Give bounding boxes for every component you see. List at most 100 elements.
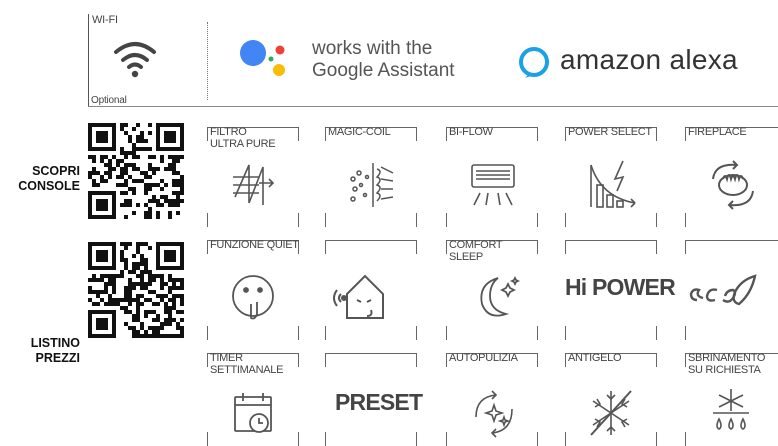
feature-tile: FUNZIONE QUIET <box>207 239 319 340</box>
feature-tile: ANTIGELO <box>565 352 677 446</box>
autoclean-icon <box>475 390 513 438</box>
tile-corner <box>656 353 657 367</box>
feature-label: FIREPLACE <box>688 126 747 139</box>
tile-corner <box>298 127 299 141</box>
tile-corner <box>446 432 447 446</box>
tile-corner <box>416 213 417 227</box>
wifi-title: WI-FI <box>92 14 118 26</box>
tile-corner <box>207 127 208 141</box>
google-assistant-logo <box>240 40 285 76</box>
feature-label-line1: AUTOPULIZIA <box>449 352 518 364</box>
antifreeze-icon <box>590 390 632 436</box>
tile-corner <box>446 213 447 227</box>
feature-tile <box>685 240 778 340</box>
feature-tile: SBRINAMENTO SU RICHIESTA <box>685 352 778 446</box>
tile-corner <box>565 213 566 227</box>
feature-label: FUNZIONE QUIET <box>210 239 299 252</box>
tile-corner <box>565 353 566 367</box>
feature-label: BI-FLOW <box>449 126 493 139</box>
tile-corner <box>565 127 566 141</box>
tile-corner <box>685 240 686 254</box>
wifi-icon <box>114 42 156 78</box>
feature-tile: COMFORT SLEEP <box>446 239 558 340</box>
feature-label-line1: TIMER <box>210 352 243 364</box>
tile-top-line <box>565 240 657 241</box>
feature-tile: BI-FLOW <box>446 126 558 227</box>
feature-label-line1: MAGIC-COIL <box>328 126 391 138</box>
tile-corner <box>656 213 657 227</box>
tile-corner <box>446 326 447 340</box>
tile-top-line <box>325 353 417 354</box>
tile-corner <box>446 240 447 254</box>
listino-text: LISTINO <box>30 336 80 350</box>
wifi-bracket <box>88 14 89 106</box>
feature-label-line2: SETTIMANALE <box>210 363 284 376</box>
tile-corner <box>685 127 686 141</box>
tile-corner <box>537 326 538 340</box>
tile-corner <box>685 213 686 227</box>
calendar-timer-icon <box>234 393 272 433</box>
wifi-bottom-line <box>88 106 778 107</box>
eco-icon <box>689 274 757 306</box>
tile-corner <box>416 240 417 254</box>
feature-tile: FIREPLACE <box>685 126 778 227</box>
feature-tile: PRESET <box>325 353 437 446</box>
tile-corner <box>537 432 538 446</box>
feature-tile: POWER SELECT <box>565 126 677 227</box>
defrost-icon <box>713 389 749 430</box>
feature-label: ANTIGELO <box>568 352 622 365</box>
feature-label-line1: FIREPLACE <box>688 126 747 138</box>
tile-corner <box>656 240 657 254</box>
tile-corner <box>207 353 208 367</box>
tile-corner <box>685 326 686 340</box>
feature-label-line2: SU RICHIESTA <box>688 363 761 376</box>
house-sound-icon <box>333 274 384 319</box>
alexa-logo <box>519 47 549 78</box>
feature-label: SBRINAMENTO SU RICHIESTA <box>688 352 766 376</box>
tile-corner <box>325 127 326 141</box>
tile-corner <box>656 326 657 340</box>
tile-corner <box>298 326 299 340</box>
tile-corner <box>416 432 417 446</box>
filter-icon <box>233 164 275 205</box>
quiet-icon <box>232 275 274 320</box>
feature-label: TIMER SETTIMANALE <box>210 352 284 376</box>
tile-corner <box>325 432 326 446</box>
tile-corner <box>685 353 686 367</box>
tile-corner <box>325 213 326 227</box>
feature-label-line2: ULTRA PURE <box>210 137 276 150</box>
feature-label-line1: ANTIGELO <box>568 352 622 364</box>
qr-code-console[interactable] <box>88 123 184 219</box>
scopri-console-label: SCOPRI CONSOLE <box>0 164 80 194</box>
tile-corner <box>446 127 447 141</box>
bi-flow-icon <box>471 164 515 206</box>
qr-code-prezzi[interactable] <box>88 242 184 338</box>
tile-corner <box>565 326 566 340</box>
feature-tile <box>325 240 437 340</box>
tile-corner <box>537 127 538 141</box>
feature-label-line1: FILTRO <box>210 126 247 138</box>
tile-top-line <box>685 240 778 241</box>
feature-label: COMFORT SLEEP <box>449 239 503 263</box>
preset-text: PRESET <box>335 389 423 415</box>
feature-tile: Hi POWER <box>565 240 677 340</box>
tile-corner <box>416 127 417 141</box>
tile-corner <box>565 432 566 446</box>
feature-label-line1: SBRINAMENTO <box>688 352 766 364</box>
tile-corner <box>207 326 208 340</box>
hi-power-text: Hi POWER <box>565 274 676 300</box>
tile-corner <box>446 353 447 367</box>
tile-corner <box>656 432 657 446</box>
google-line1: works with the <box>312 38 433 59</box>
tile-corner <box>298 353 299 367</box>
tile-corner <box>298 213 299 227</box>
tile-corner <box>685 432 686 446</box>
feature-label: FILTRO ULTRA PURE <box>210 126 276 150</box>
tile-top-line <box>325 240 417 241</box>
google-line2: Google Assistant <box>312 60 455 81</box>
tile-corner <box>565 240 566 254</box>
feature-label: AUTOPULIZIA <box>449 352 518 365</box>
tile-corner <box>207 432 208 446</box>
feature-tile: MAGIC-COIL <box>325 126 437 227</box>
feature-label-line1: FUNZIONE QUIET <box>210 239 299 251</box>
